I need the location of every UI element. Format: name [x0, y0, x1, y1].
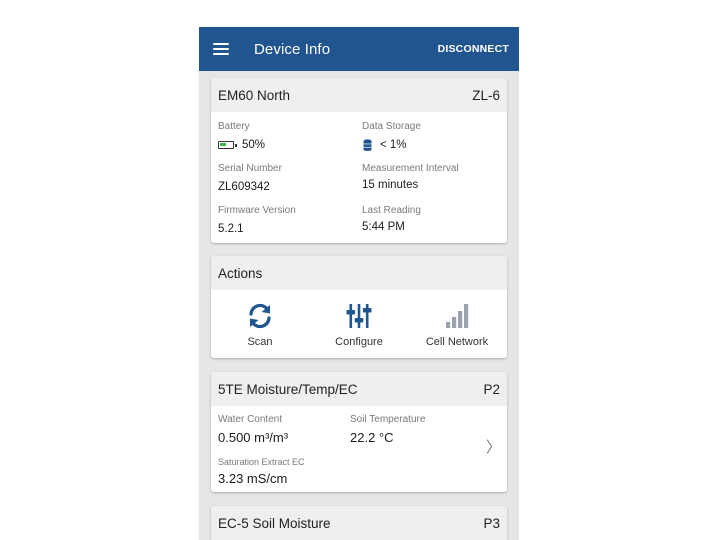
storage-value: < 1% — [363, 139, 407, 151]
phone-screen: Device Info DISCONNECT EM60 North ZL-6 B… — [199, 27, 519, 540]
refresh-icon — [249, 303, 271, 329]
last-reading-value: 5:44 PM — [362, 221, 405, 233]
water-content-label: Water Content — [218, 414, 283, 425]
firmware-label: Firmware Version — [218, 205, 296, 216]
battery-label: Battery — [218, 121, 250, 132]
saturation-ec-value: 3.23 mS/cm — [218, 471, 288, 486]
battery-icon — [218, 141, 237, 149]
sensor-port: P2 — [483, 381, 500, 397]
storage-label: Data Storage — [362, 121, 421, 132]
battery-value: 50% — [218, 139, 265, 151]
storage-percent: < 1% — [380, 139, 407, 151]
battery-percent: 50% — [242, 139, 266, 151]
serial-value: ZL609342 — [218, 181, 270, 193]
sliders-icon — [346, 304, 372, 328]
actions-title: Actions — [218, 265, 263, 281]
configure-button[interactable]: Configure — [314, 302, 404, 348]
sensor-port: P3 — [483, 515, 500, 531]
menu-icon[interactable] — [213, 43, 229, 55]
serial-label: Serial Number — [218, 163, 282, 174]
interval-label: Measurement Interval — [362, 163, 459, 174]
chevron-right-icon[interactable]: 〉 — [486, 436, 501, 457]
actions-card: Actions Scan Configure Cell Network — [211, 256, 507, 358]
sensor-card-p3[interactable]: EC-5 Soil Moisture P3 — [211, 506, 507, 540]
page-title: Device Info — [254, 40, 331, 58]
water-content-value: 0.500 m³/m³ — [218, 430, 289, 445]
firmware-value: 5.2.1 — [218, 223, 244, 235]
database-icon — [363, 139, 372, 151]
device-card: EM60 North ZL-6 Battery 50% Data Storage… — [211, 78, 507, 243]
cell-network-button[interactable]: Cell Network — [412, 302, 502, 348]
scan-button[interactable]: Scan — [215, 302, 305, 348]
last-reading-label: Last Reading — [362, 205, 421, 216]
app-bar: Device Info DISCONNECT — [199, 27, 519, 71]
sensor-name: EC-5 Soil Moisture — [218, 515, 331, 531]
sensor-card-p2[interactable]: 5TE Moisture/Temp/EC P2 Water Content 0.… — [211, 372, 507, 492]
saturation-ec-label: Saturation Extract EC — [218, 457, 305, 467]
signal-bars-icon — [446, 304, 469, 328]
device-card-header: EM60 North ZL-6 — [211, 78, 507, 112]
scan-label: Scan — [247, 336, 273, 348]
cell-network-label: Cell Network — [425, 336, 489, 348]
soil-temperature-value: 22.2 °C — [350, 430, 394, 445]
soil-temperature-label: Soil Temperature — [350, 414, 426, 425]
device-name: EM60 North — [218, 87, 291, 103]
disconnect-button[interactable]: DISCONNECT — [438, 43, 509, 55]
sensor-card-header: 5TE Moisture/Temp/EC P2 — [211, 372, 507, 406]
device-code: ZL-6 — [472, 87, 500, 103]
configure-label: Configure — [335, 336, 383, 348]
actions-card-header: Actions — [211, 256, 507, 290]
sensor-name: 5TE Moisture/Temp/EC — [218, 381, 358, 397]
sensor-card-header: EC-5 Soil Moisture P3 — [211, 506, 507, 540]
interval-value: 15 minutes — [362, 179, 419, 191]
